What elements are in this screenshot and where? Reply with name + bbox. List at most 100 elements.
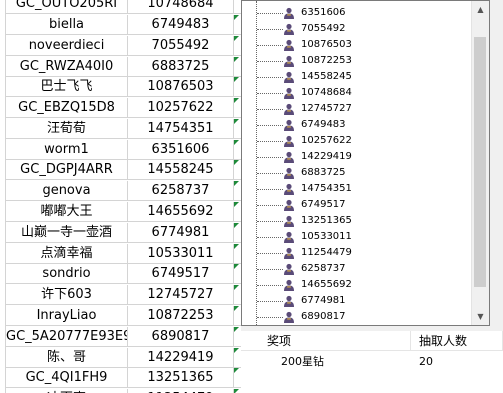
empty-cell[interactable] [234,348,241,368]
table-row[interactable]: 巴士飞飞 10876503 [0,77,241,97]
username-cell[interactable]: InrayLiao [6,306,128,326]
tree-item[interactable]: 14754351 [242,181,472,197]
count-cell[interactable]: 20 [419,353,433,371]
scroll-up-arrow[interactable]: ▲ [472,1,489,18]
tree-item[interactable]: 14655692 [242,277,472,293]
empty-cell[interactable] [234,98,241,118]
empty-cell[interactable] [234,140,241,160]
user-id-cell[interactable]: 6883725 [128,57,234,77]
empty-cell[interactable] [234,285,241,305]
user-id-cell[interactable]: 12745727 [128,285,234,305]
scroll-down-arrow[interactable]: ▼ [472,308,489,325]
table-row[interactable]: 点滴幸福 10533011 [0,244,241,264]
table-row[interactable]: GC_DGPJ4ARR 14558245 [0,160,241,180]
table-row[interactable]: genova 6258737 [0,181,241,201]
tree-item[interactable]: 6749483 [242,117,472,133]
empty-cell[interactable] [234,119,241,139]
table-row[interactable]: 汪荀荀 14754351 [0,119,241,139]
user-id-cell[interactable]: 13251365 [128,368,234,388]
tree-item[interactable]: 13251365 [242,213,472,229]
empty-cell[interactable] [234,264,241,284]
tree-item[interactable]: 14229419 [242,149,472,165]
tree-item[interactable]: 6258737 [242,261,472,277]
table-row[interactable]: 嘟嘟大王 14655692 [0,202,241,222]
username-cell[interactable]: GC_5A20777E93E9 [6,327,128,347]
username-cell[interactable]: GC_OUTO205RI [6,0,128,14]
prize-header[interactable]: 奖项 [241,331,411,351]
username-cell[interactable]: 山巅一寺一壶酒 [6,223,128,243]
username-cell[interactable]: 冰百事 [6,389,128,393]
count-header[interactable]: 抽取人数 [411,331,503,351]
tree-item[interactable]: 7055492 [242,21,472,37]
username-cell[interactable]: GC_DGPJ4ARR [6,160,128,180]
username-cell[interactable]: worm1 [6,140,128,160]
table-row[interactable]: 陈、哥 14229419 [0,348,241,368]
username-cell[interactable]: 巴士飞飞 [6,77,128,97]
empty-cell[interactable] [234,223,241,243]
tree-item[interactable]: 11254479 [242,245,472,261]
tree-item[interactable]: 10533011 [242,229,472,245]
user-id-cell[interactable]: 6890817 [128,327,234,347]
winner-tree-view[interactable]: 6351606 7055492 10876503 10872253 14558245 10… [241,0,490,326]
username-cell[interactable]: 陈、哥 [6,348,128,368]
empty-cell[interactable] [234,244,241,264]
tree-item[interactable]: 10872253 [242,53,472,69]
empty-cell[interactable] [234,181,241,201]
empty-cell[interactable] [234,57,241,77]
user-id-cell[interactable]: 11254479 [128,389,234,393]
username-cell[interactable]: GC_4QI1FH9 [6,368,128,388]
tree-item[interactable]: 14558245 [242,69,472,85]
username-cell[interactable]: 许下603 [6,285,128,305]
username-cell[interactable]: 点滴幸福 [6,244,128,264]
user-id-cell[interactable]: 14558245 [128,160,234,180]
user-id-cell[interactable]: 6774981 [128,223,234,243]
table-row[interactable]: GC_RWZA40I0 6883725 [0,57,241,77]
tree-item[interactable]: 10876503 [242,37,472,53]
tree-item[interactable]: 6883725 [242,165,472,181]
empty-cell[interactable] [234,368,241,388]
user-id-cell[interactable]: 10876503 [128,77,234,97]
user-id-cell[interactable]: 10257622 [128,98,234,118]
table-row[interactable]: sondrio 6749517 [0,264,241,284]
username-cell[interactable]: genova [6,181,128,201]
username-cell[interactable]: GC_RWZA40I0 [6,57,128,77]
empty-cell[interactable] [234,0,241,14]
empty-cell[interactable] [234,36,241,56]
user-id-cell[interactable]: 6749483 [128,15,234,35]
empty-cell[interactable] [234,306,241,326]
user-id-cell[interactable]: 14754351 [128,119,234,139]
username-cell[interactable]: noveerdieci [6,36,128,56]
username-cell[interactable]: 嘟嘟大王 [6,202,128,222]
tree-item[interactable]: 6890817 [242,309,472,325]
table-row[interactable]: 冰百事11254479 [0,389,241,393]
empty-cell[interactable] [234,77,241,97]
empty-cell[interactable] [234,160,241,180]
table-row[interactable]: biella 6749483 [0,15,241,35]
username-cell[interactable]: biella [6,15,128,35]
table-row[interactable]: GC_4QI1FH9 13251365 [0,368,241,388]
table-row[interactable]: GC_OUTO205RI 10748684 [0,0,241,14]
empty-cell[interactable] [234,15,241,35]
table-row[interactable]: noveerdieci 7055492 [0,36,241,56]
table-row[interactable]: 山巅一寺一壶酒 6774981 [0,223,241,243]
table-row[interactable]: worm1 6351606 [0,140,241,160]
username-cell[interactable]: GC_EBZQ15D8 [6,98,128,118]
user-id-cell[interactable]: 7055492 [128,36,234,56]
tree-item[interactable]: 6774981 [242,293,472,309]
user-id-cell[interactable]: 14655692 [128,202,234,222]
user-id-cell[interactable]: 6749517 [128,264,234,284]
tree-item[interactable]: 6749517 [242,197,472,213]
tree-item[interactable]: 10257622 [242,133,472,149]
table-row[interactable]: InrayLiao 10872253 [0,306,241,326]
tree-item[interactable]: 10748684 [242,85,472,101]
username-cell[interactable]: 汪荀荀 [6,119,128,139]
tree-item[interactable]: 6351606 [242,5,472,21]
prize-cell[interactable]: 200星钻 [281,353,324,371]
user-id-cell[interactable]: 6351606 [128,140,234,160]
empty-cell[interactable] [234,327,241,347]
username-cell[interactable]: sondrio [6,264,128,284]
empty-cell[interactable] [234,389,241,393]
user-id-cell[interactable]: 10872253 [128,306,234,326]
user-id-cell[interactable]: 6258737 [128,181,234,201]
user-id-cell[interactable]: 10748684 [128,0,234,14]
